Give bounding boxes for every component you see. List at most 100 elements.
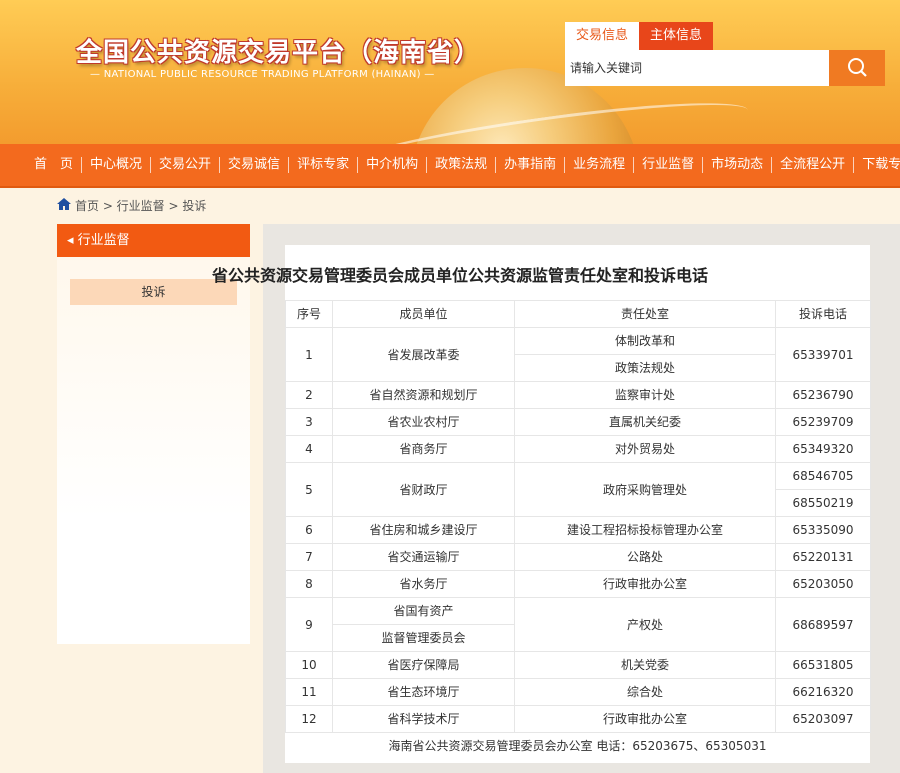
nav-item-5[interactable]: 中介机构 — [358, 157, 428, 173]
row-number: 4 — [285, 435, 333, 463]
complaint-phone: 66216320 — [775, 678, 871, 706]
responsible-office: 产权处 — [514, 597, 776, 652]
col-header-unit: 成员单位 — [332, 300, 515, 328]
table-row: 12 省科学技术厅 行政审批办公室 65203097 — [285, 705, 871, 733]
complaint-table: 序号 成员单位 责任处室 投诉电话 1 省发展改革委 体制改革和 65339701 政策… — [285, 300, 871, 733]
nav-item-0[interactable]: 首 页 — [26, 157, 83, 173]
row-number: 7 — [285, 543, 333, 571]
table-row: 3 省农业农村厅 直属机关纪委 65239709 — [285, 408, 871, 436]
search-button[interactable] — [829, 50, 885, 86]
table-row: 7 省交通运输厅 公路处 65220131 — [285, 543, 871, 571]
member-unit: 省自然资源和规划厅 — [332, 381, 515, 409]
responsible-office: 监察审计处 — [514, 381, 776, 409]
member-unit: 省交通运输厅 — [332, 543, 515, 571]
search-tabs: 交易信息 主体信息 — [565, 22, 714, 50]
table-row: 2 省自然资源和规划厅 监察审计处 65236790 — [285, 381, 871, 409]
row-number: 6 — [285, 516, 333, 544]
site-title[interactable]: 全国公共资源交易平台（海南省） — [76, 32, 481, 69]
complaint-phone: 66531805 — [775, 651, 871, 679]
col-header-no: 序号 — [285, 300, 333, 328]
complaint-phone: 65349320 — [775, 435, 871, 463]
complaint-phone: 65239709 — [775, 408, 871, 436]
responsible-office: 综合处 — [514, 678, 776, 706]
table-row: 8 省水务厅 行政审批办公室 65203050 — [285, 570, 871, 598]
responsible-office: 政府采购管理处 — [514, 462, 776, 517]
sidebar: ◂ 行业监督 投诉 — [57, 224, 250, 644]
member-unit: 省医疗保障局 — [332, 651, 515, 679]
footer-contact: 海南省公共资源交易管理委员会办公室 电话：65203675、65305031 — [388, 739, 767, 753]
complaint-phone: 65339701 — [775, 327, 871, 382]
page-title: 省公共资源交易管理委员会成员单位公共资源监管责任处室和投诉电话 — [211, 266, 708, 285]
table-row: 1 省发展改革委 体制改革和 65339701 — [285, 327, 871, 382]
responsible-office: 公路处 — [514, 543, 776, 571]
table-row: 6 省住房和城乡建设厅 建设工程招标投标管理办公室 65335090 — [285, 516, 871, 544]
nav-item-1[interactable]: 中心概况 — [82, 157, 152, 173]
nav-item-2[interactable]: 交易公开 — [151, 157, 221, 173]
breadcrumb: 首页 > 行业监督 > 投诉 — [56, 197, 209, 214]
row-number: 12 — [285, 705, 333, 733]
nav-item-12[interactable]: 下载专区 — [854, 157, 900, 173]
complaint-phone: 65203050 — [775, 570, 871, 598]
row-number: 9 — [285, 597, 333, 652]
responsible-office: 行政审批办公室 — [514, 570, 776, 598]
member-unit: 省国有资产 — [332, 597, 515, 625]
member-unit: 省商务厅 — [332, 435, 515, 463]
page-title-wrap: 省公共资源交易管理委员会成员单位公共资源监管责任处室和投诉电话 — [0, 262, 900, 286]
row-number: 2 — [285, 381, 333, 409]
nav-item-11[interactable]: 全流程公开 — [772, 157, 855, 173]
member-unit: 省农业农村厅 — [332, 408, 515, 436]
complaint-phone: 65335090 — [775, 516, 871, 544]
col-header-phone: 投诉电话 — [775, 300, 871, 328]
row-number: 1 — [285, 327, 333, 382]
nav-item-10[interactable]: 市场动态 — [703, 157, 773, 173]
table-header-row: 序号 成员单位 责任处室 投诉电话 — [285, 300, 871, 328]
search-tab-trade-info[interactable]: 交易信息 — [565, 22, 640, 50]
nav-item-9[interactable]: 行业监督 — [634, 157, 704, 173]
responsible-office: 体制改革和 — [514, 327, 776, 355]
search-input[interactable]: 请输入关键词 — [565, 50, 829, 86]
responsible-office: 建设工程招标投标管理办公室 — [514, 516, 776, 544]
responsible-office: 直属机关纪委 — [514, 408, 776, 436]
responsible-office: 对外贸易处 — [514, 435, 776, 463]
site-subtitle: — NATIONAL PUBLIC RESOURCE TRADING PLATF… — [90, 69, 435, 80]
search-tab-subject-info[interactable]: 主体信息 — [639, 22, 714, 50]
site-header: 全国公共资源交易平台（海南省） — NATIONAL PUBLIC RESOUR… — [0, 0, 900, 144]
complaint-phone: 68546705 — [775, 462, 871, 490]
nav-item-7[interactable]: 办事指南 — [496, 157, 566, 173]
member-unit: 省科学技术厅 — [332, 705, 515, 733]
nav-item-8[interactable]: 业务流程 — [565, 157, 635, 173]
row-number: 5 — [285, 462, 333, 517]
member-unit: 省发展改革委 — [332, 327, 515, 382]
member-unit: 监督管理委员会 — [332, 624, 515, 652]
responsible-office: 行政审批办公室 — [514, 705, 776, 733]
table-row: 4 省商务厅 对外贸易处 65349320 — [285, 435, 871, 463]
home-icon[interactable] — [56, 197, 72, 214]
responsible-office: 政策法规处 — [514, 354, 776, 382]
complaint-phone: 65220131 — [775, 543, 871, 571]
table-row: 5 省财政厅 政府采购管理处 68546705 — [285, 462, 871, 517]
row-number: 11 — [285, 678, 333, 706]
table-row: 9 省国有资产 产权处 68689597 — [285, 597, 871, 652]
complaint-phone: 68689597 — [775, 597, 871, 652]
table-row: 11 省生态环境厅 综合处 66216320 — [285, 678, 871, 706]
nav-item-4[interactable]: 评标专家 — [289, 157, 359, 173]
table-row: 10 省医疗保障局 机关党委 66531805 — [285, 651, 871, 679]
col-header-office: 责任处室 — [514, 300, 776, 328]
complaint-phone: 65203097 — [775, 705, 871, 733]
nav-item-6[interactable]: 政策法规 — [427, 157, 497, 173]
row-number: 3 — [285, 408, 333, 436]
complaint-phone: 68550219 — [775, 489, 871, 517]
complaint-phone: 65236790 — [775, 381, 871, 409]
sidebar-header: ◂ 行业监督 — [57, 224, 250, 257]
search-icon — [848, 58, 867, 77]
member-unit: 省住房和城乡建设厅 — [332, 516, 515, 544]
member-unit: 省生态环境厅 — [332, 678, 515, 706]
nav-item-3[interactable]: 交易诚信 — [220, 157, 290, 173]
responsible-office: 机关党委 — [514, 651, 776, 679]
breadcrumb-text[interactable]: 首页 > 行业监督 > 投诉 — [75, 197, 206, 214]
row-number: 8 — [285, 570, 333, 598]
row-number: 10 — [285, 651, 333, 679]
member-unit: 省财政厅 — [332, 462, 515, 517]
member-unit: 省水务厅 — [332, 570, 515, 598]
main-nav: 首 页中心概况 交易公开 交易诚信 评标专家 中介机构 政策法规 办事指南 业务流程 行业监督市… — [0, 144, 900, 188]
